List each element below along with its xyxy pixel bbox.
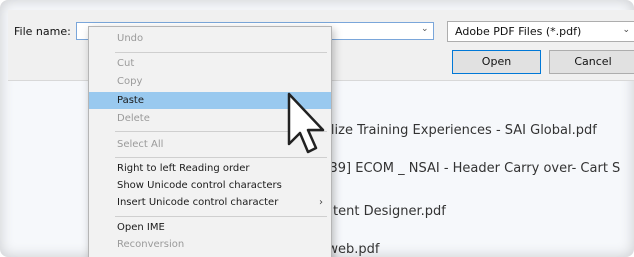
filetype-value: Adobe PDF Files (*.pdf) [455,25,582,38]
menu-item-rtl-reading-order[interactable]: Right to left Reading order [89,163,331,174]
chevron-down-icon: ⌄ [622,25,630,35]
filename-label: File name: [14,25,71,38]
cancel-button[interactable]: Cancel [549,50,634,74]
arrow-cursor-icon [287,92,325,154]
chevron-right-icon: › [319,197,323,208]
chevron-down-icon[interactable]: ⌄ [421,24,429,34]
filetype-select[interactable]: Adobe PDF Files (*.pdf) ⌄ [447,21,634,42]
menu-item-cut[interactable]: Cut [89,58,331,69]
menu-item-undo[interactable]: Undo [89,33,331,44]
file-list-item[interactable]: sonalize Training Experiences - SAI Glob… [300,123,597,138]
menu-separator [115,216,327,217]
menu-item-copy[interactable]: Copy [89,76,331,87]
menu-item-insert-unicode[interactable]: Insert Unicode control character › [89,197,331,208]
menu-item-show-unicode[interactable]: Show Unicode control characters [89,180,331,191]
open-button[interactable]: Open [452,50,541,74]
menu-item-label: Insert Unicode control character [117,197,279,208]
file-list-item[interactable]: 3-2639] ECOM _ NSAI - Header Carry over-… [300,161,620,176]
menu-item-reconversion[interactable]: Reconversion [89,239,331,250]
menu-item-open-ime[interactable]: Open IME [89,222,331,233]
file-dialog: File name: ⌄ Adobe PDF Files (*.pdf) ⌄ O… [0,0,634,257]
menu-separator [115,52,327,53]
